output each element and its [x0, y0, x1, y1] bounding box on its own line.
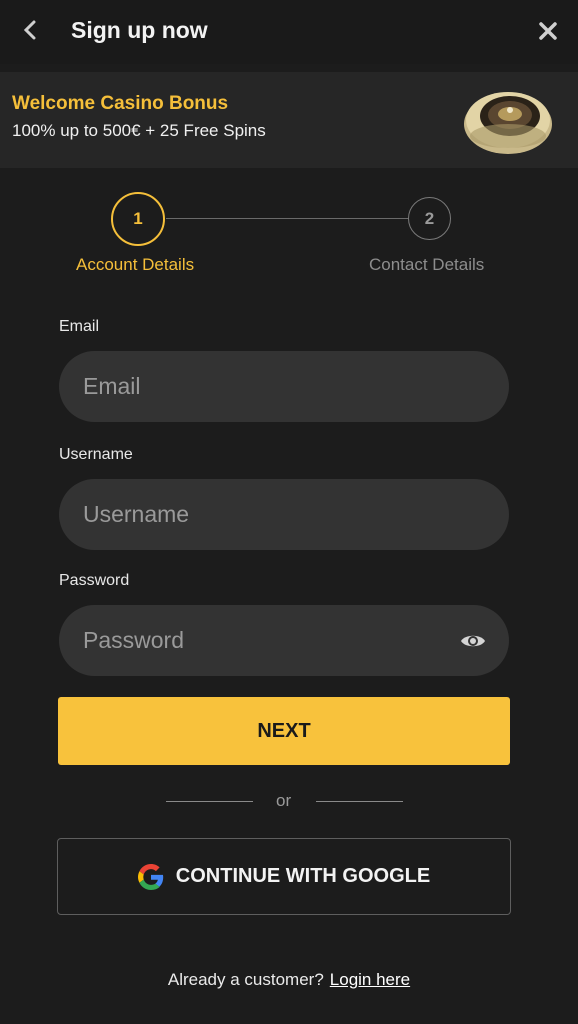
username-field[interactable] [59, 479, 509, 550]
back-button[interactable] [14, 14, 46, 46]
already-customer-text: Already a customer? [167, 970, 324, 989]
step-2-label: Contact Details [369, 255, 485, 274]
login-link[interactable]: Login here [330, 970, 410, 989]
eye-icon [461, 635, 485, 647]
email-label: Email [59, 318, 100, 335]
password-label: Password [59, 572, 130, 589]
continue-with-google-button[interactable]: CONTINUE WITH GOOGLE [57, 838, 511, 915]
step-2-indicator: 2 [408, 197, 451, 240]
promo-title: Welcome Casino Bonus [12, 93, 229, 114]
close-icon [539, 22, 557, 40]
chevron-left-icon [23, 20, 36, 40]
password-field[interactable] [59, 605, 509, 676]
or-separator: or [276, 791, 292, 810]
or-divider-right [316, 801, 403, 802]
or-divider-left [166, 801, 253, 802]
google-button-label: CONTINUE WITH GOOGLE [175, 865, 431, 887]
login-prompt: Already a customer? Login here [0, 970, 578, 990]
next-button[interactable]: NEXT [58, 697, 510, 765]
stepper-connector [166, 218, 408, 219]
email-field[interactable] [59, 351, 509, 422]
promo-subtitle: 100% up to 500€ + 25 Free Spins [12, 121, 266, 140]
username-label: Username [59, 446, 133, 463]
toggle-password-button[interactable] [458, 627, 488, 655]
roulette-wheel-icon [464, 92, 552, 154]
step-1-label: Account Details [76, 255, 195, 274]
close-button[interactable] [532, 15, 564, 47]
page-title: Sign up now [71, 17, 208, 43]
google-icon [137, 863, 163, 890]
step-1-indicator: 1 [111, 192, 165, 246]
